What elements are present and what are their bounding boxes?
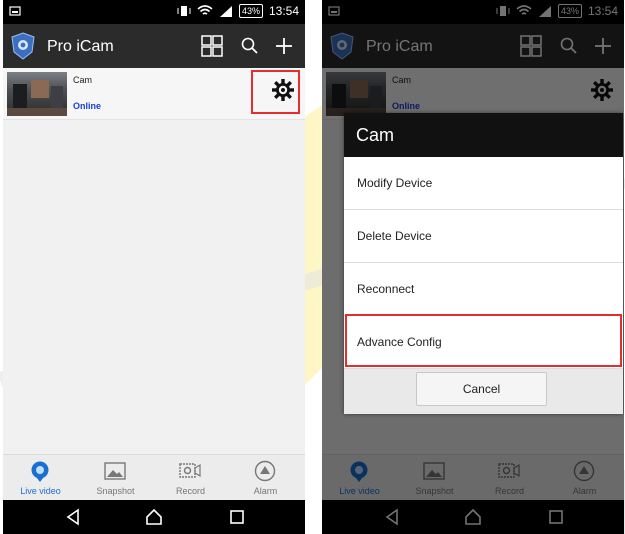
camera-thumbnail[interactable]: [7, 72, 67, 116]
app-title: Pro iCam: [47, 38, 114, 55]
dialog-title: Cam: [344, 113, 623, 157]
device-list-item[interactable]: Cam Online: [3, 68, 305, 120]
back-icon[interactable]: [65, 508, 83, 526]
vibrate-icon: [177, 6, 191, 16]
live-video-icon: [31, 461, 49, 482]
alarm-icon: [254, 460, 276, 482]
tab-label: Snapshot: [96, 486, 135, 496]
app-logo-icon: [11, 32, 35, 60]
recent-apps-icon[interactable]: [228, 508, 246, 526]
delete-device-option[interactable]: Delete Device: [344, 210, 623, 263]
tab-snapshot[interactable]: Snapshot: [78, 455, 153, 501]
add-device-icon[interactable]: [273, 35, 295, 57]
system-nav-bar: [3, 500, 305, 534]
dialog-footer: Cancel: [344, 369, 623, 414]
wifi-icon: [197, 5, 213, 15]
tab-label: Alarm: [253, 486, 278, 496]
screenshot-notification-icon: [9, 6, 21, 16]
phone-screen-left: 43% 13:54 Pro iCam Cam Online Live video…: [3, 0, 305, 534]
cancel-button[interactable]: Cancel: [416, 372, 547, 406]
home-icon[interactable]: [145, 508, 163, 526]
phone-screen-right: 43% 13:54 Pro iCam C: [322, 0, 624, 534]
snapshot-icon: [104, 462, 126, 480]
tab-live-video[interactable]: Live video: [3, 455, 78, 501]
signal-icon: [219, 6, 232, 17]
modify-device-option[interactable]: Modify Device: [344, 157, 623, 210]
battery-level: 43%: [238, 4, 263, 18]
advance-config-highlight-box: [345, 314, 622, 367]
tab-label: Live video: [20, 486, 61, 496]
device-list: Cam Online: [3, 68, 305, 454]
gear-highlight-box: [251, 70, 300, 114]
tab-record[interactable]: Record: [153, 455, 228, 501]
tab-label: Record: [175, 486, 205, 496]
status-bar: 43% 13:54: [3, 0, 305, 24]
device-status: Online: [73, 101, 102, 111]
grid-view-icon[interactable]: [201, 35, 223, 57]
record-icon: [179, 463, 201, 478]
device-name: Cam: [73, 75, 93, 85]
action-bar: Pro iCam: [3, 24, 305, 68]
reconnect-option[interactable]: Reconnect: [344, 263, 623, 316]
bottom-tab-bar: Live video Snapshot Record Alarm: [3, 454, 305, 500]
search-icon[interactable]: [240, 36, 260, 56]
tab-alarm[interactable]: Alarm: [228, 455, 303, 501]
clock: 13:54: [268, 4, 299, 18]
device-options-dialog: Cam Modify Device Delete Device Reconnec…: [344, 113, 623, 414]
